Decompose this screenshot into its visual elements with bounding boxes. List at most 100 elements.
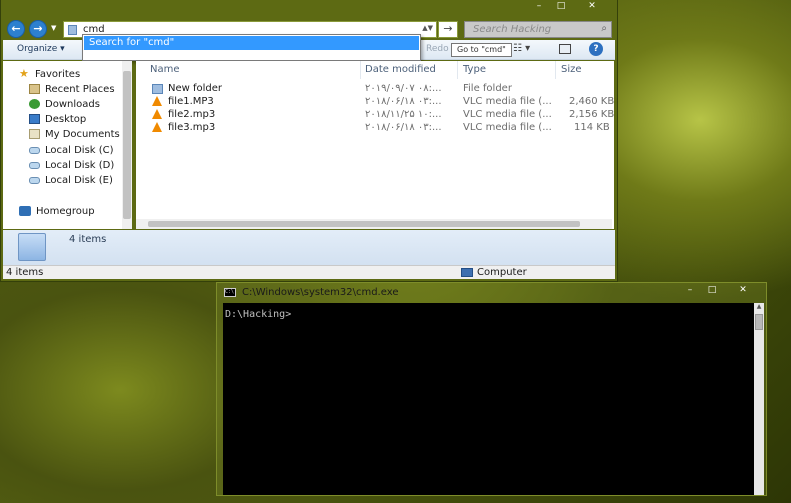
vlc-icon [152, 122, 162, 132]
column-divider[interactable] [457, 61, 458, 79]
file-name: file1.MP3 [168, 96, 214, 107]
nav-favorites-label: Favorites [35, 68, 81, 80]
file-list-hscrollbar[interactable] [136, 219, 612, 229]
nav-item-my-documents[interactable]: My Documents [29, 127, 120, 141]
file-name: New folder [168, 83, 223, 94]
minimize-button[interactable]: – [528, 0, 550, 13]
status-location: Computer [461, 267, 527, 278]
back-arrow-icon: ← [11, 22, 21, 35]
file-name: file2.mp3 [168, 109, 216, 120]
console-scrollbar[interactable]: ▲ [754, 303, 764, 495]
details-item-count: 4 items [69, 234, 107, 245]
address-suggestions: Search for "cmd" [82, 34, 421, 61]
console-scroll-thumb[interactable] [755, 314, 763, 330]
search-icon[interactable]: ⌕ [601, 23, 607, 34]
column-header-size[interactable]: Size [561, 64, 582, 75]
nav-item-recent-places[interactable]: Recent Places [29, 82, 115, 96]
status-bar: 4 items Computer [3, 265, 615, 279]
file-row[interactable]: New folder ۲۰۱۹/۰۹/۰۷ ۰۸:... File folder [136, 83, 614, 96]
file-type: VLC media file (... [463, 122, 552, 133]
nav-item-local-disk-e[interactable]: Local Disk (E) [29, 173, 113, 187]
explorer-titlebar: – □ ✕ [1, 0, 617, 16]
back-button[interactable]: ← [7, 20, 25, 38]
explorer-window-controls: – □ ✕ [528, 0, 612, 13]
file-date: ۲۰۱۸/۰۶/۱۸ ۰۳:... [365, 96, 442, 107]
maximize-button[interactable]: □ [701, 284, 723, 297]
recent-locations-dropdown[interactable]: ▼ [51, 24, 56, 32]
cmd-app-icon[interactable]: C:\ [224, 288, 236, 297]
search-input[interactable]: Search Hacking [473, 24, 551, 35]
navigation-pane: ★ Favorites Recent Places Downloads Desk… [3, 61, 132, 229]
drive-icon [29, 161, 40, 169]
column-header-name[interactable]: Name [150, 64, 180, 75]
file-name: file3.mp3 [168, 122, 216, 133]
nav-item-local-disk-d[interactable]: Local Disk (D) [29, 158, 114, 172]
drive-icon [29, 176, 40, 184]
suggestion-search-for[interactable]: Search for "cmd" [84, 36, 419, 50]
file-row[interactable]: file3.mp3 ۲۰۱۸/۰۶/۱۸ ۰۳:... VLC media fi… [136, 122, 614, 135]
nav-homegroup[interactable]: Homegroup [19, 204, 95, 218]
favorites-star-icon: ★ [19, 67, 29, 80]
file-size: 2,460 KB [569, 96, 615, 107]
status-location-label: Computer [477, 267, 527, 278]
column-header-date[interactable]: Date modified [365, 64, 436, 75]
cmd-title: C:\Windows\system32\cmd.exe [242, 287, 399, 298]
file-list-scroll-thumb[interactable] [148, 221, 580, 227]
folder-icon [152, 84, 163, 94]
file-type: VLC media file (... [463, 109, 552, 120]
go-arrow-icon: → [443, 22, 453, 35]
close-button[interactable]: ✕ [723, 284, 763, 297]
computer-icon [461, 268, 473, 277]
file-type: File folder [463, 83, 512, 94]
organize-button[interactable]: Organize ▾ [17, 44, 65, 54]
nav-item-label: Local Disk (D) [45, 159, 115, 171]
console-area[interactable]: D:\Hacking> [223, 303, 754, 495]
minimize-button[interactable]: – [679, 284, 701, 297]
file-row[interactable]: file1.MP3 ۲۰۱۸/۰۶/۱۸ ۰۳:... VLC media fi… [136, 96, 614, 109]
nav-item-local-disk-c[interactable]: Local Disk (C) [29, 143, 114, 157]
nav-item-label: My Documents [45, 128, 120, 140]
column-divider[interactable] [555, 61, 556, 79]
file-list: Name Date modified Type Size New folder … [136, 61, 614, 229]
scroll-up-icon[interactable]: ▲ [754, 303, 764, 312]
file-date: ۲۰۱۹/۰۹/۰۷ ۰۸:... [365, 83, 442, 94]
column-header-type[interactable]: Type [463, 64, 486, 75]
nav-favorites[interactable]: ★ Favorites [19, 67, 80, 81]
file-date: ۲۰۱۸/۰۶/۱۸ ۰۳:... [365, 122, 442, 133]
cmd-window-controls: – □ ✕ [679, 284, 763, 297]
search-box[interactable]: Search Hacking ⌕ [464, 21, 612, 38]
preview-pane-icon[interactable] [559, 44, 571, 54]
go-button[interactable]: → [438, 21, 458, 38]
file-size: 114 KB [574, 122, 610, 133]
close-button[interactable]: ✕ [572, 0, 612, 13]
nav-pane-scroll-thumb[interactable] [123, 71, 131, 219]
forward-arrow-icon: → [33, 22, 43, 35]
console-prompt: D:\Hacking> [225, 309, 292, 320]
desktop-icon [29, 114, 40, 124]
change-view-icon[interactable]: ☷ ▾ [513, 43, 530, 54]
documents-icon [29, 129, 40, 139]
file-date: ۲۰۱۸/۱۱/۲۵ ۱۰:... [365, 109, 442, 120]
help-icon[interactable]: ? [589, 42, 603, 56]
recent-places-icon [29, 84, 40, 94]
redo-button[interactable]: Redo [426, 44, 449, 54]
forward-button[interactable]: → [29, 20, 47, 38]
nav-item-label: Local Disk (E) [45, 174, 113, 186]
address-dropdown-icon[interactable]: ▲▼ [422, 24, 433, 32]
cmd-titlebar[interactable]: C:\ C:\Windows\system32\cmd.exe – □ ✕ [217, 283, 766, 301]
nav-item-desktop[interactable]: Desktop [29, 112, 86, 126]
maximize-button[interactable]: □ [550, 0, 572, 13]
nav-item-label: Downloads [45, 98, 100, 110]
go-tooltip: Go to "cmd" [451, 43, 512, 57]
cmd-window: C:\ C:\Windows\system32\cmd.exe – □ ✕ D:… [216, 282, 767, 496]
file-row[interactable]: file2.mp3 ۲۰۱۸/۱۱/۲۵ ۱۰:... VLC media fi… [136, 109, 614, 122]
file-size: 2,156 KB [569, 109, 615, 120]
folder-icon [68, 25, 77, 35]
nav-pane-scrollbar[interactable] [122, 61, 132, 229]
downloads-icon [29, 99, 40, 109]
column-divider[interactable] [360, 61, 361, 79]
file-type: VLC media file (... [463, 96, 552, 107]
folder-icon [18, 233, 46, 261]
nav-item-downloads[interactable]: Downloads [29, 97, 100, 111]
vlc-icon [152, 109, 162, 119]
